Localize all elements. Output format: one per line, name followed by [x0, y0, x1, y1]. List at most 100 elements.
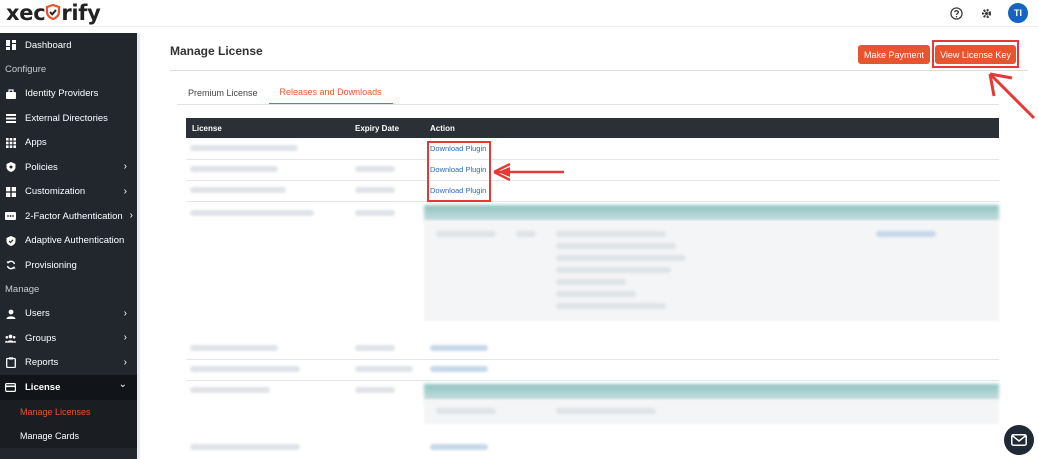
- table-row: Download Plugin: [186, 180, 999, 202]
- blurred-text: [556, 291, 636, 297]
- sidebar-item-external-directories[interactable]: External Directories: [0, 106, 137, 131]
- column-header-license: License: [192, 124, 222, 133]
- blurred-text: [436, 231, 496, 237]
- blurred-expiry-date: [355, 166, 395, 172]
- blurred-text: [430, 345, 488, 351]
- chevron-right-icon: ›: [123, 185, 127, 197]
- grid-icon: [5, 137, 16, 148]
- sidebar-item-2fa[interactable]: 2-Factor Authentication ›: [0, 204, 137, 229]
- sidebar-item-label: Groups: [25, 332, 57, 344]
- table-row: Download Plugin: [186, 159, 999, 181]
- user-avatar[interactable]: TI: [1008, 3, 1028, 23]
- blurred-text: [556, 255, 686, 261]
- chevron-right-icon: ›: [129, 210, 133, 221]
- sidebar-item-policies[interactable]: Policies ›: [0, 155, 137, 180]
- table-row: Download Plugin: [186, 138, 999, 160]
- column-header-action: Action: [430, 124, 455, 133]
- annotation-arrow-up-left: [988, 72, 1036, 120]
- shield-check-icon: [5, 235, 16, 246]
- dashboard-icon: [5, 40, 16, 51]
- blurred-text: [556, 303, 666, 309]
- sidebar-subitem-manage-cards[interactable]: Manage Cards: [0, 423, 137, 448]
- blurred-text: [190, 210, 314, 216]
- blurred-text: [556, 267, 671, 273]
- annotation-arrow-left: [493, 162, 564, 182]
- blurred-license-name: [190, 187, 286, 193]
- blurred-expanded-row: [186, 201, 999, 325]
- sidebar-item-apps[interactable]: Apps: [0, 131, 137, 156]
- blurred-text: [355, 387, 395, 393]
- sidebar-item-label: Adaptive Authentication: [25, 235, 125, 247]
- main-content: Manage License Make Payment View License…: [143, 26, 1038, 459]
- sync-icon: [5, 260, 16, 271]
- blurred-subtable-header: [424, 205, 999, 221]
- sidebar-item-label: Customization: [25, 186, 86, 198]
- sidebar-item-adaptive-auth[interactable]: Adaptive Authentication: [0, 229, 137, 254]
- shield-icon: [5, 162, 16, 173]
- table-row: [186, 338, 999, 360]
- blurred-expiry-date: [355, 187, 395, 193]
- sidebar-item-license[interactable]: License ⌄: [0, 375, 137, 400]
- chevron-right-icon: ›: [123, 356, 127, 368]
- blurred-text: [190, 345, 278, 351]
- sidebar-item-label: License: [25, 381, 61, 393]
- sidebar-item-identity-providers[interactable]: Identity Providers: [0, 82, 137, 107]
- make-payment-button[interactable]: Make Payment: [858, 45, 930, 64]
- page-title: Manage License: [170, 44, 263, 58]
- sidebar-item-reports[interactable]: Reports ›: [0, 351, 137, 376]
- tab-premium-license[interactable]: Premium License: [177, 81, 269, 105]
- logo-text-right: rify: [61, 1, 101, 25]
- list-icon: [5, 113, 16, 124]
- sidebar-item-groups[interactable]: Groups ›: [0, 326, 137, 351]
- sidebar-item-label: Users: [25, 308, 50, 320]
- tab-bar: Premium License Releases and Downloads: [177, 81, 393, 105]
- blurred-subtable-body: [424, 400, 999, 424]
- column-header-expiry-date: Expiry Date: [355, 124, 400, 133]
- mail-icon: [1011, 434, 1027, 446]
- sidebar-item-users[interactable]: Users ›: [0, 302, 137, 327]
- blurred-text: [190, 366, 300, 372]
- sidebar-item-label: Provisioning: [25, 259, 77, 271]
- blurred-license-name: [190, 166, 278, 172]
- blurred-text: [556, 408, 656, 414]
- sidebar-subitem-manage-licenses[interactable]: Manage Licenses: [0, 399, 137, 424]
- blurred-text: [355, 345, 395, 351]
- sidebar-item-label: External Directories: [25, 112, 108, 124]
- widgets-icon: [5, 186, 16, 197]
- sidebar-item-label: Policies: [25, 161, 58, 173]
- title-divider: [170, 70, 1028, 71]
- highlight-box: [427, 141, 491, 202]
- chevron-down-icon: ⌄: [118, 379, 127, 390]
- blurred-text: [556, 279, 626, 285]
- tab-releases-and-downloads[interactable]: Releases and Downloads: [268, 81, 393, 105]
- header-actions: TI: [948, 3, 1028, 23]
- help-icon[interactable]: [948, 5, 964, 21]
- chat-button[interactable]: [1004, 425, 1034, 455]
- sidebar-item-customization[interactable]: Customization ›: [0, 180, 137, 205]
- table-header: License Expiry Date Action: [186, 118, 999, 138]
- clipboard-icon: [5, 357, 16, 369]
- sidebar-item-label: 2-Factor Authentication: [25, 210, 123, 222]
- brand-logo[interactable]: xec rify: [6, 1, 101, 25]
- sidebar-item-label: Identity Providers: [25, 88, 99, 100]
- logo-shield-icon: [45, 1, 61, 25]
- blurred-text: [516, 231, 536, 237]
- chevron-right-icon: ›: [123, 307, 127, 319]
- group-icon: [5, 333, 16, 344]
- table-row: [186, 359, 999, 381]
- sidebar-item-provisioning[interactable]: Provisioning: [0, 253, 137, 278]
- blurred-text: [876, 231, 936, 237]
- blurred-text: [430, 366, 488, 372]
- blurred-subtable-header: [424, 384, 999, 400]
- blurred-text: [556, 243, 676, 249]
- blurred-expanded-row: [186, 380, 999, 430]
- sidebar-item-label: Apps: [25, 137, 47, 149]
- gear-icon[interactable]: [978, 5, 994, 21]
- keypad-icon: [5, 211, 16, 222]
- blurred-text: [355, 366, 413, 372]
- sidebar-item-dashboard[interactable]: Dashboard: [0, 33, 137, 58]
- sidebar-item-label: Dashboard: [25, 39, 72, 51]
- blurred-text: [355, 210, 395, 216]
- sidebar: Dashboard Configure Identity Providers E…: [0, 33, 140, 459]
- chevron-right-icon: ›: [123, 161, 127, 172]
